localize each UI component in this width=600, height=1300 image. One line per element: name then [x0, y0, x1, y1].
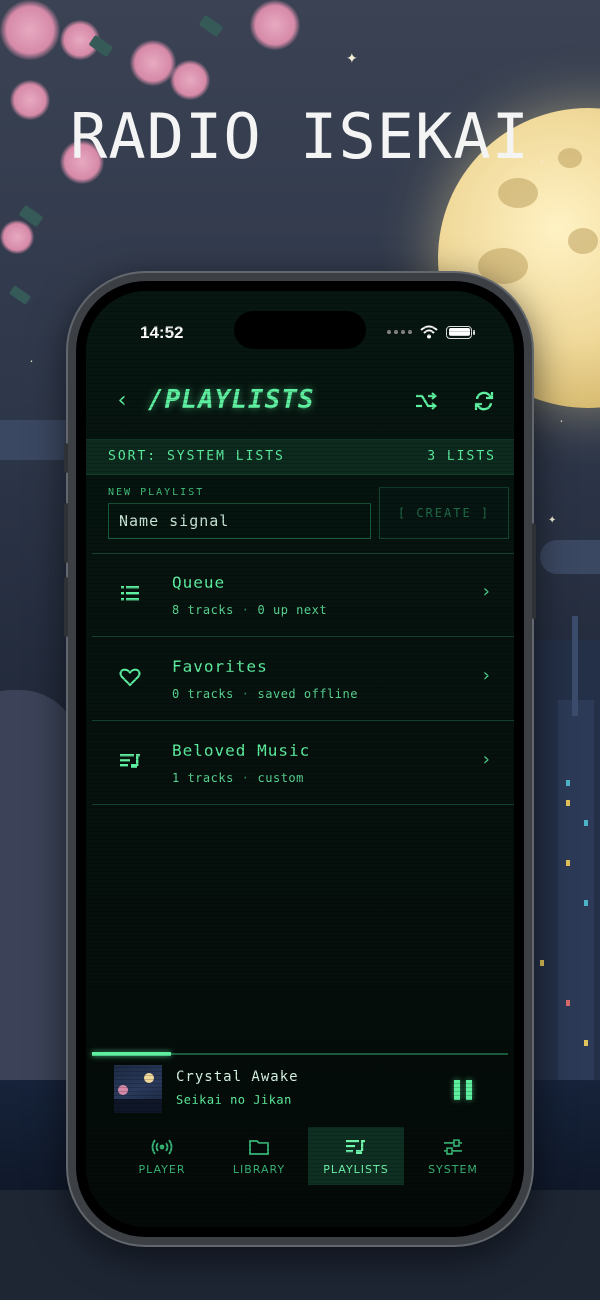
tab-player[interactable]: PLAYER [114, 1127, 210, 1185]
playlist-row-favorites[interactable]: Favorites 0 tracks · saved offline › [92, 637, 514, 721]
playback-progress[interactable] [92, 1052, 508, 1056]
track-count: 0 tracks [172, 687, 234, 701]
playlist-detail: saved offline [257, 687, 358, 701]
chevron-right-icon: › [482, 581, 490, 602]
playlist-icon [346, 1140, 365, 1154]
tab-playlists[interactable]: PLAYLISTS [308, 1127, 404, 1185]
new-playlist-label: NEW PLAYLIST [108, 487, 205, 498]
now-playing-title[interactable]: Crystal Awake [176, 1069, 299, 1085]
playback-progress-fill [92, 1052, 172, 1056]
track-count: 8 tracks [172, 603, 234, 617]
chevron-right-icon: › [482, 749, 490, 770]
status-icons [387, 325, 475, 339]
track-count: 1 tracks [172, 771, 234, 785]
list-count: 3 LISTS [427, 449, 496, 464]
cellular-icon [387, 330, 412, 334]
pause-icon [454, 1080, 460, 1100]
battery-icon [446, 325, 475, 339]
tab-label: PLAYLISTS [323, 1163, 389, 1176]
playlist-icon [120, 754, 140, 768]
playlist-meta: 8 tracks · 0 up next [172, 603, 328, 617]
tab-label: SYSTEM [428, 1163, 478, 1176]
playlist-name: Beloved Music [172, 741, 311, 760]
folder-icon [249, 1140, 269, 1155]
playlist-detail: 0 up next [257, 603, 328, 617]
page-title: /PLAYLISTS [148, 385, 315, 415]
playlist-row-queue[interactable]: Queue 8 tracks · 0 up next › [92, 553, 514, 637]
playlist-detail: custom [257, 771, 304, 785]
sliders-icon [444, 1139, 462, 1155]
tab-library[interactable]: LIBRARY [211, 1127, 307, 1185]
chevron-right-icon: › [482, 665, 490, 686]
repeat-button[interactable] [470, 387, 498, 415]
heart-icon [119, 668, 141, 687]
playlist-meta: 1 tracks · custom [172, 771, 304, 785]
pause-button[interactable] [454, 1080, 474, 1100]
shuffle-button[interactable] [412, 387, 440, 415]
playlist-name: Favorites [172, 657, 268, 676]
playlist-name: Queue [172, 573, 226, 592]
dynamic-island [234, 311, 366, 349]
back-button[interactable]: ‹ [108, 387, 136, 415]
tab-label: LIBRARY [232, 1163, 286, 1176]
album-art[interactable] [114, 1065, 162, 1113]
now-playing-artist: Seikai no Jikan [176, 1093, 292, 1107]
playlist-meta: 0 tracks · saved offline [172, 687, 358, 701]
app-title: RADIO ISEKAI [70, 100, 530, 173]
status-time: 14:52 [140, 323, 184, 342]
sort-label[interactable]: SORT: SYSTEM LISTS [108, 449, 285, 464]
chevron-left-icon: ‹ [117, 388, 127, 413]
tab-bar: PLAYER LIBRARY PLAYLISTS SYSTEM [92, 1127, 508, 1185]
app-screen: 14:52 ‹ /PLAYLISTS SORT: SYSTEM LISTS 3 … [86, 291, 514, 1227]
sort-bar[interactable]: SORT: SYSTEM LISTS 3 LISTS [86, 439, 514, 475]
broadcast-icon [151, 1139, 173, 1155]
repeat-icon [474, 391, 494, 411]
shuffle-icon [416, 392, 438, 410]
create-button[interactable]: [ CREATE ] [379, 487, 509, 539]
tab-label: PLAYER [138, 1163, 186, 1176]
phone-frame: 14:52 ‹ /PLAYLISTS SORT: SYSTEM LISTS 3 … [64, 273, 536, 1245]
tab-system[interactable]: SYSTEM [405, 1127, 501, 1185]
playlist-list: Queue 8 tracks · 0 up next › Favorites 0 t… [92, 553, 514, 805]
wifi-icon [420, 325, 438, 339]
playlist-row-beloved-music[interactable]: Beloved Music 1 tracks · custom › [92, 721, 514, 805]
list-icon [121, 586, 139, 601]
playlist-name-input[interactable] [108, 503, 371, 539]
header: ‹ /PLAYLISTS [86, 375, 514, 425]
